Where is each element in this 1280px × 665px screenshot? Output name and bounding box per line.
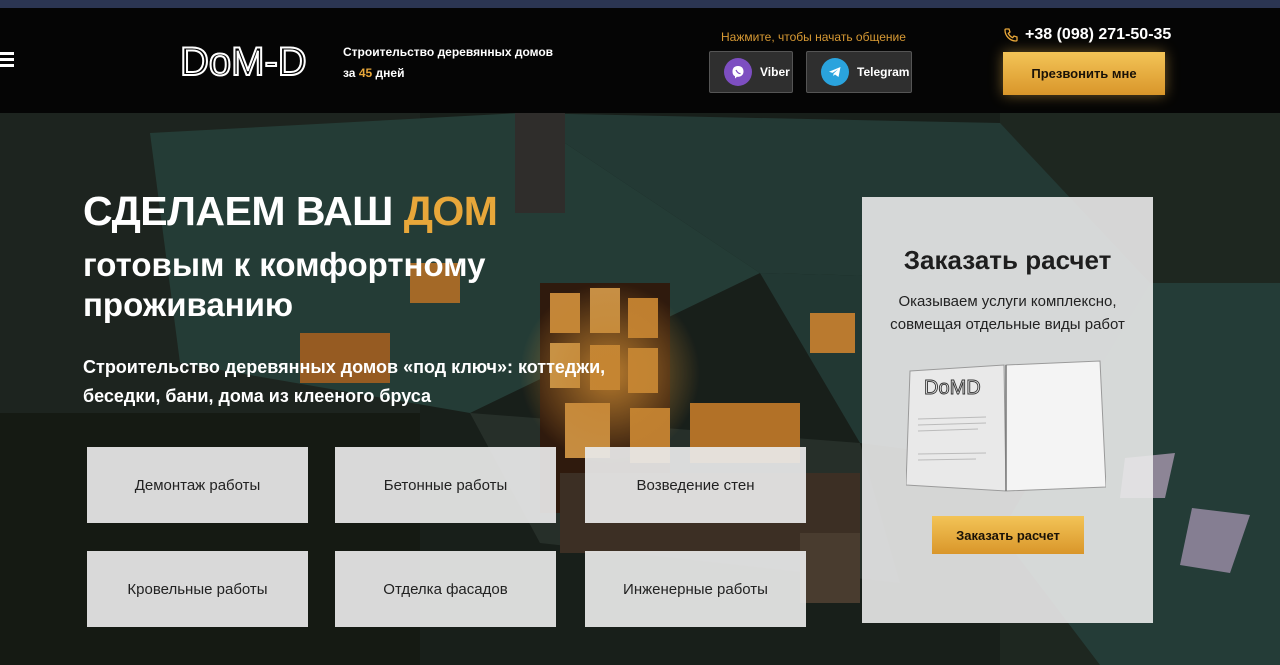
hero-headline: СДЕЛАЕМ ВАШ ДОМ: [83, 188, 498, 235]
headline-part1: СДЕЛАЕМ ВАШ: [83, 188, 393, 234]
order-calculation-panel: Заказать расчет Оказываем услуги комплек…: [862, 197, 1153, 623]
browser-top-strip: [0, 0, 1280, 8]
phone-text: +38 (098) 271-50-35: [1025, 26, 1172, 43]
tagline-days: 45: [358, 66, 373, 80]
headline-accent: ДОМ: [403, 188, 498, 234]
phone-number[interactable]: +38 (098) 271-50-35: [1003, 26, 1171, 44]
hero-subtitle: Строительство деревянных домов «под ключ…: [83, 357, 606, 406]
catalog-book-image: DoMD: [906, 360, 1106, 492]
service-card-walls[interactable]: Возведение стен: [585, 447, 806, 523]
contact-prompt: Нажмите, чтобы начать общение: [721, 30, 906, 44]
service-card-demolition[interactable]: Демонтаж работы: [87, 447, 308, 523]
tagline-prefix: за: [343, 66, 356, 80]
service-card-facade[interactable]: Отделка фасадов: [335, 551, 556, 627]
tagline-suffix: дней: [375, 66, 405, 80]
tagline-line2: за 45 дней: [343, 63, 553, 84]
viber-icon: [724, 58, 752, 86]
tagline: Строительство деревянных домов за 45 дне…: [343, 42, 553, 84]
tagline-line1: Строительство деревянных домов: [343, 45, 554, 59]
telegram-icon: [821, 58, 849, 86]
viber-button[interactable]: Viber: [709, 51, 793, 93]
svg-text:DoMD: DoMD: [924, 377, 981, 399]
order-calculation-button[interactable]: Заказать расчет: [932, 516, 1084, 554]
site-header: DoM-D Строительство деревянных домов за …: [0, 8, 1280, 113]
viber-label: Viber: [760, 65, 790, 79]
service-card-concrete[interactable]: Бетонные работы: [335, 447, 556, 523]
phone-icon: [1004, 28, 1018, 42]
telegram-label: Telegram: [857, 65, 910, 79]
service-card-engineering[interactable]: Инженерные работы: [585, 551, 806, 627]
telegram-button[interactable]: Telegram: [806, 51, 912, 93]
service-card-roofing[interactable]: Кровельные работы: [87, 551, 308, 627]
order-title: Заказать расчет: [903, 245, 1112, 275]
svg-text:DoM-D: DoM-D: [180, 40, 307, 80]
order-description: Оказываем услуги комплексно, совмещая от…: [890, 293, 1125, 333]
callback-button[interactable]: Презвонить мне: [1003, 52, 1165, 95]
logo[interactable]: DoM-D: [180, 40, 332, 80]
hero-headline-line2: готовым к комфортному проживанию: [83, 246, 486, 323]
menu-icon[interactable]: [0, 52, 14, 68]
